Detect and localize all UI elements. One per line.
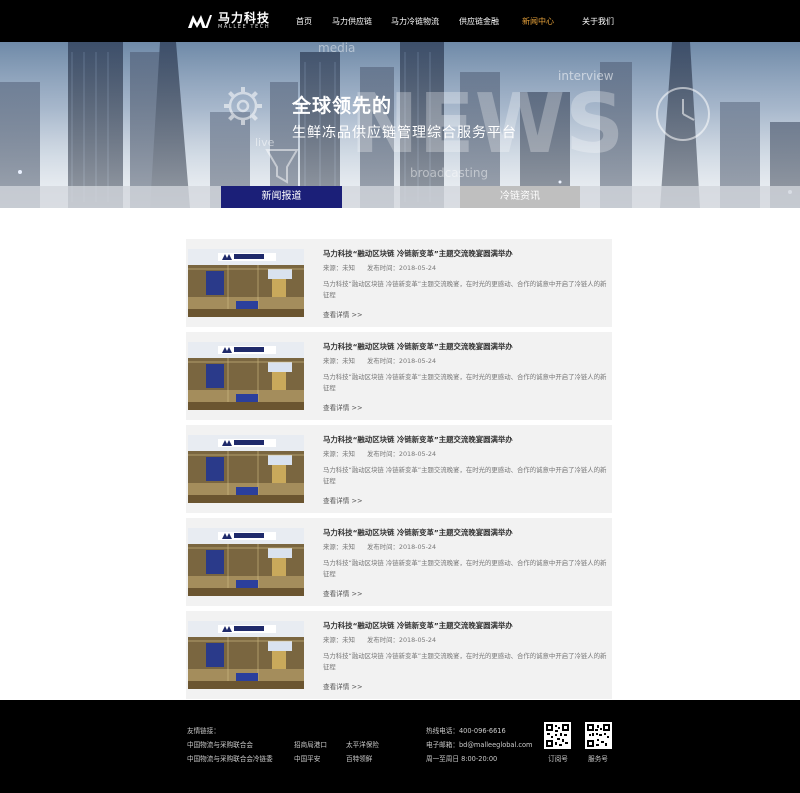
news-date: 2018-05-24	[398, 450, 437, 458]
nav-supply-chain-finance[interactable]: 供应链金融	[459, 16, 499, 27]
news-date: 2018-05-24	[398, 543, 437, 551]
qr-code-service-icon	[585, 722, 612, 749]
news-title[interactable]: 马力科技“融动区块链 冷链新变革”主题交流晚宴圆满举办	[323, 341, 513, 352]
news-source-label: 来源：	[323, 357, 343, 365]
footer-links-label: 友情链接：	[187, 727, 220, 735]
footer-hours: 周一至周日 8:00-20:00	[426, 755, 498, 763]
news-thumbnail[interactable]	[188, 621, 304, 689]
news-photo-image	[188, 342, 304, 410]
footer-link-clpp[interactable]: 中国物流与采购联合会	[187, 739, 253, 749]
news-source: 未知	[342, 264, 355, 272]
footer-link-pingan[interactable]: 中国平安	[294, 753, 320, 763]
news-thumbnail[interactable]	[188, 342, 304, 410]
news-thumbnail[interactable]	[188, 435, 304, 503]
nav-about-us[interactable]: 关于我们	[582, 16, 614, 27]
news-tabs-bar	[0, 186, 800, 208]
news-read-more-link[interactable]: 查看详情 >>	[323, 681, 363, 691]
tab-cold-chain-info[interactable]: 冷链资讯	[460, 186, 580, 208]
news-source-label: 来源：	[323, 450, 343, 458]
logo-mark-icon	[188, 15, 212, 28]
news-summary: 马力科技“融动区块链 冷链新变革”主题交流晚宴，在时光的更感动、合作的诚意中开启…	[323, 373, 607, 392]
news-item[interactable]: 马力科技“融动区块链 冷链新变革”主题交流晚宴圆满举办 来源：未知 发布时间：20…	[186, 611, 612, 699]
nav-cold-chain-logistics[interactable]: 马力冷链物流	[391, 16, 439, 27]
banner-subtitle: 生鲜冻品供应链管理综合服务平台	[292, 125, 517, 141]
news-title[interactable]: 马力科技“融动区块链 冷链新变革”主题交流晚宴圆满举办	[323, 434, 513, 445]
news-date-label: 发布时间：	[366, 450, 399, 458]
banner-title: 全球领先的	[292, 95, 393, 117]
news-photo-image	[188, 528, 304, 596]
footer-email[interactable]: 电子邮箱：bd@malleeglobal.com	[426, 739, 532, 749]
logo-name-en: MALLEE TECH	[218, 24, 271, 30]
news-source: 未知	[342, 450, 355, 458]
news-source-label: 来源：	[323, 264, 343, 272]
news-photo-image	[188, 621, 304, 689]
news-title[interactable]: 马力科技“融动区块链 冷链新变革”主题交流晚宴圆满举办	[323, 620, 513, 631]
news-date: 2018-05-24	[398, 264, 437, 272]
news-date-label: 发布时间：	[366, 543, 399, 551]
news-read-more-link[interactable]: 查看详情 >>	[323, 309, 363, 319]
logo-name-cn: 马力科技	[218, 11, 271, 25]
qr-label-service: 服务号	[588, 755, 608, 763]
site-footer: 友情链接： 中国物流与采购联合会 招商局港口 太平洋保险 中国物流与采购联合会冷…	[0, 700, 800, 793]
news-date: 2018-05-24	[398, 357, 437, 365]
news-summary: 马力科技“融动区块链 冷链新变革”主题交流晚宴，在时光的更感动、合作的诚意中开启…	[323, 652, 607, 671]
news-photo-image	[188, 435, 304, 503]
news-source-label: 来源：	[323, 543, 343, 551]
news-summary: 马力科技“融动区块链 冷链新变革”主题交流晚宴，在时光的更感动、合作的诚意中开启…	[323, 559, 607, 578]
news-meta: 来源：未知 发布时间：2018-05-24	[323, 449, 436, 458]
tab-news-reports[interactable]: 新闻报道	[221, 186, 342, 208]
site-header: 马力科技 MALLEE TECH 首页 马力供应链 马力冷链物流 供应链金融 新…	[0, 0, 800, 42]
news-source: 未知	[342, 636, 355, 644]
news-photo-image	[188, 249, 304, 317]
qr-label-subscription: 订阅号	[548, 755, 568, 763]
news-summary: 马力科技“融动区块链 冷链新变革”主题交流晚宴，在时光的更感动、合作的诚意中开启…	[323, 280, 607, 299]
news-meta: 来源：未知 发布时间：2018-05-24	[323, 356, 436, 365]
news-source: 未知	[342, 357, 355, 365]
footer-hotline: 热线电话：400-096-6616	[426, 727, 506, 735]
news-item[interactable]: 马力科技“融动区块链 冷链新变革”主题交流晚宴圆满举办 来源：未知 发布时间：20…	[186, 518, 612, 606]
news-source-label: 来源：	[323, 636, 343, 644]
nav-news-center[interactable]: 新闻中心	[522, 16, 554, 27]
news-meta: 来源：未知 发布时间：2018-05-24	[323, 263, 436, 272]
news-meta: 来源：未知 发布时间：2018-05-24	[323, 542, 436, 551]
news-date-label: 发布时间：	[366, 264, 399, 272]
qr-code-subscription-icon	[544, 722, 571, 749]
news-meta: 来源：未知 发布时间：2018-05-24	[323, 635, 436, 644]
news-read-more-link[interactable]: 查看详情 >>	[323, 402, 363, 412]
news-read-more-link[interactable]: 查看详情 >>	[323, 588, 363, 598]
nav-supply-chain[interactable]: 马力供应链	[332, 16, 372, 27]
logo[interactable]: 马力科技 MALLEE TECH	[187, 12, 270, 30]
news-date-label: 发布时间：	[366, 357, 399, 365]
news-source: 未知	[342, 543, 355, 551]
footer-link-cpic[interactable]: 太平洋保险	[346, 739, 379, 749]
footer-link-baite[interactable]: 百特领鲜	[346, 753, 372, 763]
hero-banner: NEWS media interview live broadcasting 全…	[0, 42, 800, 208]
news-thumbnail[interactable]	[188, 249, 304, 317]
news-date: 2018-05-24	[398, 636, 437, 644]
news-summary: 马力科技“融动区块链 冷链新变革”主题交流晚宴，在时光的更感动、合作的诚意中开启…	[323, 466, 607, 485]
news-read-more-link[interactable]: 查看详情 >>	[323, 495, 363, 505]
footer-link-clpp-cold[interactable]: 中国物流与采购联合会冷链委	[187, 753, 273, 763]
news-date-label: 发布时间：	[366, 636, 399, 644]
news-thumbnail[interactable]	[188, 528, 304, 596]
news-title[interactable]: 马力科技“融动区块链 冷链新变革”主题交流晚宴圆满举办	[323, 527, 513, 538]
nav-home[interactable]: 首页	[296, 16, 312, 27]
news-item[interactable]: 马力科技“融动区块链 冷链新变革”主题交流晚宴圆满举办 来源：未知 发布时间：20…	[186, 239, 612, 327]
news-item[interactable]: 马力科技“融动区块链 冷链新变革”主题交流晚宴圆满举办 来源：未知 发布时间：20…	[186, 332, 612, 420]
footer-link-cmport[interactable]: 招商局港口	[294, 739, 327, 749]
news-item[interactable]: 马力科技“融动区块链 冷链新变革”主题交流晚宴圆满举办 来源：未知 发布时间：20…	[186, 425, 612, 513]
news-title[interactable]: 马力科技“融动区块链 冷链新变革”主题交流晚宴圆满举办	[323, 248, 513, 259]
